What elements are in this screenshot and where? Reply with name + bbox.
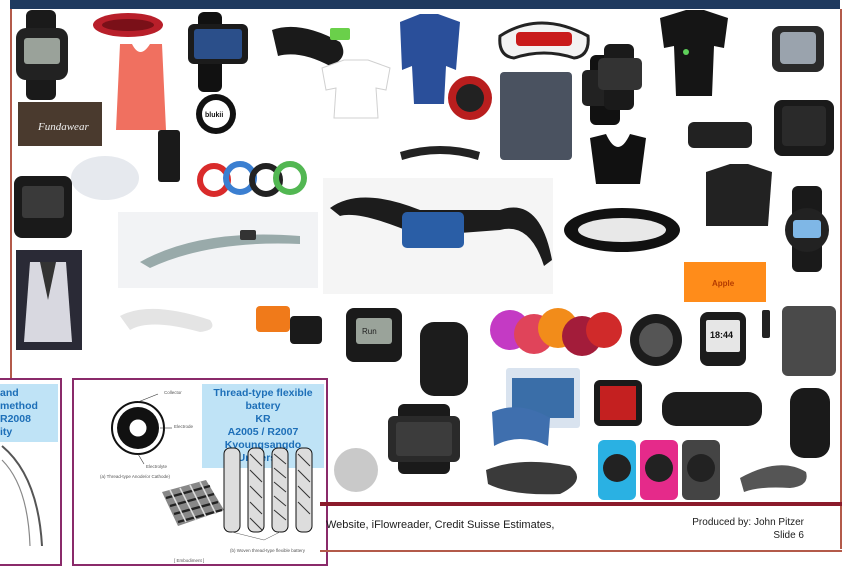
sports-bra-image [590,134,646,184]
black-smartwatch-right-image [774,100,834,156]
battery-diagram [111,393,313,541]
inset-left: and method R2008 ity [0,378,62,566]
fuel-band-image [564,208,680,252]
clip-device-image [158,130,180,182]
black-tshirt-image [660,10,728,96]
slim-tracker-image [790,388,830,458]
blukii-beacon-image: blukii [196,94,236,134]
gps-watch-image [630,314,682,366]
slide: Fundawear blukii Apple Run 18:44 and met… [0,0,846,566]
label-collector: Collector [164,390,182,395]
helmet-pad-image [500,72,572,160]
smart-gloves-image [782,306,836,376]
black-smartwatch-image [188,12,248,92]
app-smartwatch-image [388,404,460,474]
footer-slide-number: Slide 6 [773,530,804,541]
caption-embodiment: [ Embodiment ] [174,558,205,563]
footer-producer: Produced by: John Pitzer [692,517,804,528]
inset-left-diagram [1,445,43,547]
earpiece-image [740,465,807,492]
black-band-image [662,392,762,426]
curved-smartwatch-image [323,178,553,294]
coral-tank-top-image [116,44,166,130]
black-clip-image [290,316,322,344]
woven-mesh [162,480,224,526]
heart-rate-sensor-image [71,156,139,200]
red-fitness-band-image [93,13,163,37]
armband-image [272,26,350,66]
ski-goggles-image [498,21,590,60]
watch-pair-image [582,44,642,125]
bone-headset-image [120,308,213,332]
orange-clip-image [256,306,290,332]
thread-cylinders [223,447,313,541]
inset-thread-battery: Thread-type flexible battery KR A2005 / … [72,378,328,566]
fundawear-image: Fundawear [18,102,102,146]
round-watch-right-image [785,186,829,272]
footer-frame [320,550,842,552]
caption-cathode: (a) Thread-type Anode/or Cathode) [100,474,170,479]
time-watch-image: 18:44 [700,312,746,366]
inset-left-title-line-1: and method [0,387,38,412]
run-watch-image: Run [346,308,402,362]
footer-sources: Website, iFlowreader, Credit Suisse Esti… [326,519,555,531]
watch-trio-image [598,440,720,500]
blukii-label: blukii [205,112,223,119]
sport-watch-left-image [14,176,72,238]
compression-shirt-image [706,164,772,226]
colored-bands-image [197,161,307,197]
chest-strap-image [400,146,480,160]
run-watch-label: Run [362,327,377,336]
smart-insole-image [486,461,578,495]
green-clip-band-image [688,122,752,148]
fundawear-label: Fundawear [37,121,89,133]
footer-rule [320,502,842,506]
label-electrolyte: Electrolyte [146,464,168,469]
red-square-watch-image [594,380,642,426]
colorful-watches-image [490,308,622,356]
gshock-watch-image [16,10,68,100]
caption-woven: (b) Woven thread-type flexible battery [230,548,305,553]
baby-onesie-image [321,59,391,119]
time-watch-label: 18:44 [710,330,733,340]
smart-glasses-image [118,212,318,288]
square-smartwatch-image [772,26,824,72]
inset-left-title: and method R2008 ity [0,384,58,442]
footer-credit: Produced by: John Pitzer Slide 6 [692,516,804,542]
clip-monitor-image [420,322,468,396]
round-pendant-image [334,448,378,492]
orange-band-label: Apple [712,279,735,288]
smart-jacket-image [16,250,82,350]
label-electrode: Electrode [174,424,194,429]
orange-band-image: Apple [684,262,766,302]
inset-left-title-line-2: R2008 [0,413,31,425]
red-sports-watch-image [448,76,492,120]
usb-stick-image [762,310,770,338]
